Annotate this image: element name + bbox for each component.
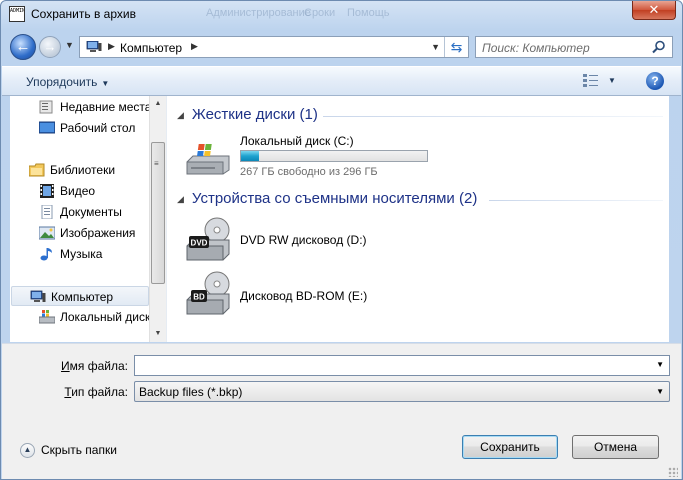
save-form: Имя файла: ▼ Тип файла: Backup files (*.… [2, 343, 681, 479]
refresh-icon[interactable]: ⇆ [444, 37, 468, 57]
documents-icon [41, 205, 53, 219]
nav-item-libraries[interactable]: Библиотеки [10, 160, 150, 180]
music-icon [40, 248, 52, 261]
navigation-pane: Недавние места Рабочий стол Библиотеки В… [10, 96, 165, 342]
libraries-icon [29, 163, 45, 177]
views-icon[interactable] [583, 74, 599, 88]
drive-name: Дисковод BD-ROM (E:) [240, 289, 368, 303]
nav-item-documents[interactable]: Документы [10, 202, 150, 222]
breadcrumb[interactable]: Компьютер [120, 41, 182, 55]
disk-usage-bar [240, 150, 428, 162]
group-header-label: Жесткие диски (1) [191, 106, 318, 123]
organize-label: Упорядочить [26, 75, 98, 89]
nav-item-label: Компьютер [51, 290, 114, 304]
search-icon[interactable] [652, 40, 666, 54]
chevron-down-icon[interactable]: ▼ [656, 387, 664, 396]
scrollbar-grip-icon: ≡ [154, 159, 159, 168]
group-header-removable[interactable]: ◢ Устройства со съемными носителями (2) [177, 190, 477, 207]
back-button[interactable]: ← [10, 34, 36, 60]
resize-grip[interactable] [668, 467, 678, 477]
scroll-up-icon[interactable]: ▲ [150, 96, 166, 112]
address-dropdown-icon[interactable]: ▼ [431, 42, 440, 52]
hide-folders-button[interactable]: ▲ Скрыть папки [20, 443, 117, 459]
dvd-drive-icon: DVD [186, 217, 230, 261]
search-placeholder: Поиск: Компьютер [482, 41, 590, 55]
save-button[interactable]: Сохранить [462, 435, 558, 459]
nav-item-video[interactable]: Видео [10, 181, 150, 201]
breadcrumb-separator-icon[interactable]: ▶ [108, 41, 115, 52]
breadcrumb-separator-icon[interactable]: ▶ [191, 41, 198, 52]
group-header-label: Устройства со съемными носителями (2) [191, 190, 478, 207]
local-disk-icon [39, 310, 55, 324]
nav-item-music[interactable]: Музыка [10, 244, 150, 264]
nav-item-label: Библиотеки [50, 163, 116, 177]
chevron-down-icon: ▼ [101, 79, 110, 88]
drive-name: Локальный диск (C:) [240, 134, 354, 148]
save-dialog-window: ADMIN Сохранить в архив Администрировани… [0, 0, 683, 480]
nav-item-label: Видео [60, 184, 96, 198]
hard-disk-icon [186, 144, 230, 175]
chevron-down-icon[interactable]: ▼ [656, 360, 664, 369]
group-divider [489, 200, 663, 201]
group-divider [323, 116, 663, 117]
content-pane: ◢ Жесткие диски (1) Локальный диск (C:) 2… [166, 96, 669, 342]
nav-item-local-disk[interactable]: Локальный диск [10, 307, 150, 327]
forward-button[interactable]: → [39, 36, 61, 58]
ghost-menu-item: Администрирование [206, 7, 311, 19]
collapse-chevron-icon[interactable]: ◢ [177, 110, 184, 120]
navigation-row: ← → ▼ ▶ Компьютер ▶ ▼ ⇆ Поиск: Компьютер [1, 32, 682, 62]
filetype-select[interactable]: Backup files (*.bkp) ▼ [134, 381, 670, 402]
nav-pane-scrollbar[interactable]: ▲ ≡ ▼ [149, 96, 166, 342]
filetype-value: Backup files (*.bkp) [139, 385, 243, 399]
command-bar: Упорядочить ▼ ▼ ? [2, 66, 681, 96]
group-header-hard-disks[interactable]: ◢ Жесткие диски (1) [177, 106, 318, 123]
filename-field[interactable]: ▼ [134, 355, 670, 376]
ghost-menu-item: Сроки [304, 7, 336, 19]
search-input[interactable]: Поиск: Компьютер [475, 36, 673, 58]
nav-item-label: Недавние места [60, 100, 152, 114]
cancel-button[interactable]: Отмена [572, 435, 659, 459]
ghost-menu-item: Помощь [347, 7, 390, 19]
drive-name: DVD RW дисковод (D:) [240, 233, 367, 247]
nav-item-label: Изображения [60, 226, 136, 240]
title-bar[interactable]: ADMIN Сохранить в архив Администрировани… [1, 1, 682, 29]
views-dropdown-icon[interactable]: ▼ [608, 76, 616, 85]
computer-icon [30, 290, 46, 302]
nav-item-computer[interactable]: Компьютер [11, 286, 149, 306]
dvd-badge: DVD [191, 239, 208, 248]
window-title: Сохранить в архив [31, 7, 136, 21]
disk-usage-fill [241, 151, 260, 161]
address-bar[interactable]: ▶ Компьютер ▶ ▼ ⇆ [79, 36, 469, 58]
hide-folders-label: Скрыть папки [41, 443, 117, 457]
filename-label: Имя файла: [61, 359, 128, 373]
nav-item-label: Музыка [60, 247, 103, 261]
computer-icon [86, 41, 102, 52]
collapse-chevron-icon[interactable]: ◢ [177, 194, 184, 204]
chevron-up-icon: ▲ [20, 443, 35, 459]
nav-item-label: Рабочий стол [60, 121, 136, 135]
bd-badge: BD [193, 293, 205, 302]
desktop-icon [39, 121, 55, 134]
nav-item-label: Документы [60, 205, 122, 219]
nav-item-desktop[interactable]: Рабочий стол [10, 118, 150, 138]
drive-free-space: 267 ГБ свободно из 296 ГБ [240, 166, 378, 178]
close-button[interactable]: ✕ [632, 1, 676, 20]
filename-input[interactable] [138, 356, 638, 374]
nav-item-recent-places[interactable]: Недавние места [10, 97, 152, 117]
recent-places-icon [39, 100, 53, 114]
nav-item-pictures[interactable]: Изображения [10, 223, 150, 243]
scroll-down-icon[interactable]: ▼ [150, 326, 166, 342]
organize-button[interactable]: Упорядочить ▼ [26, 75, 109, 89]
pictures-icon [39, 226, 55, 240]
nav-item-label: Локальный диск [60, 310, 151, 324]
bd-drive-icon: BD [186, 271, 230, 315]
video-icon [40, 184, 54, 198]
help-icon[interactable]: ? [646, 72, 664, 90]
app-icon: ADMIN [9, 6, 25, 22]
filetype-label: Тип файла: [64, 385, 128, 399]
history-dropdown-icon[interactable]: ▼ [65, 40, 74, 50]
